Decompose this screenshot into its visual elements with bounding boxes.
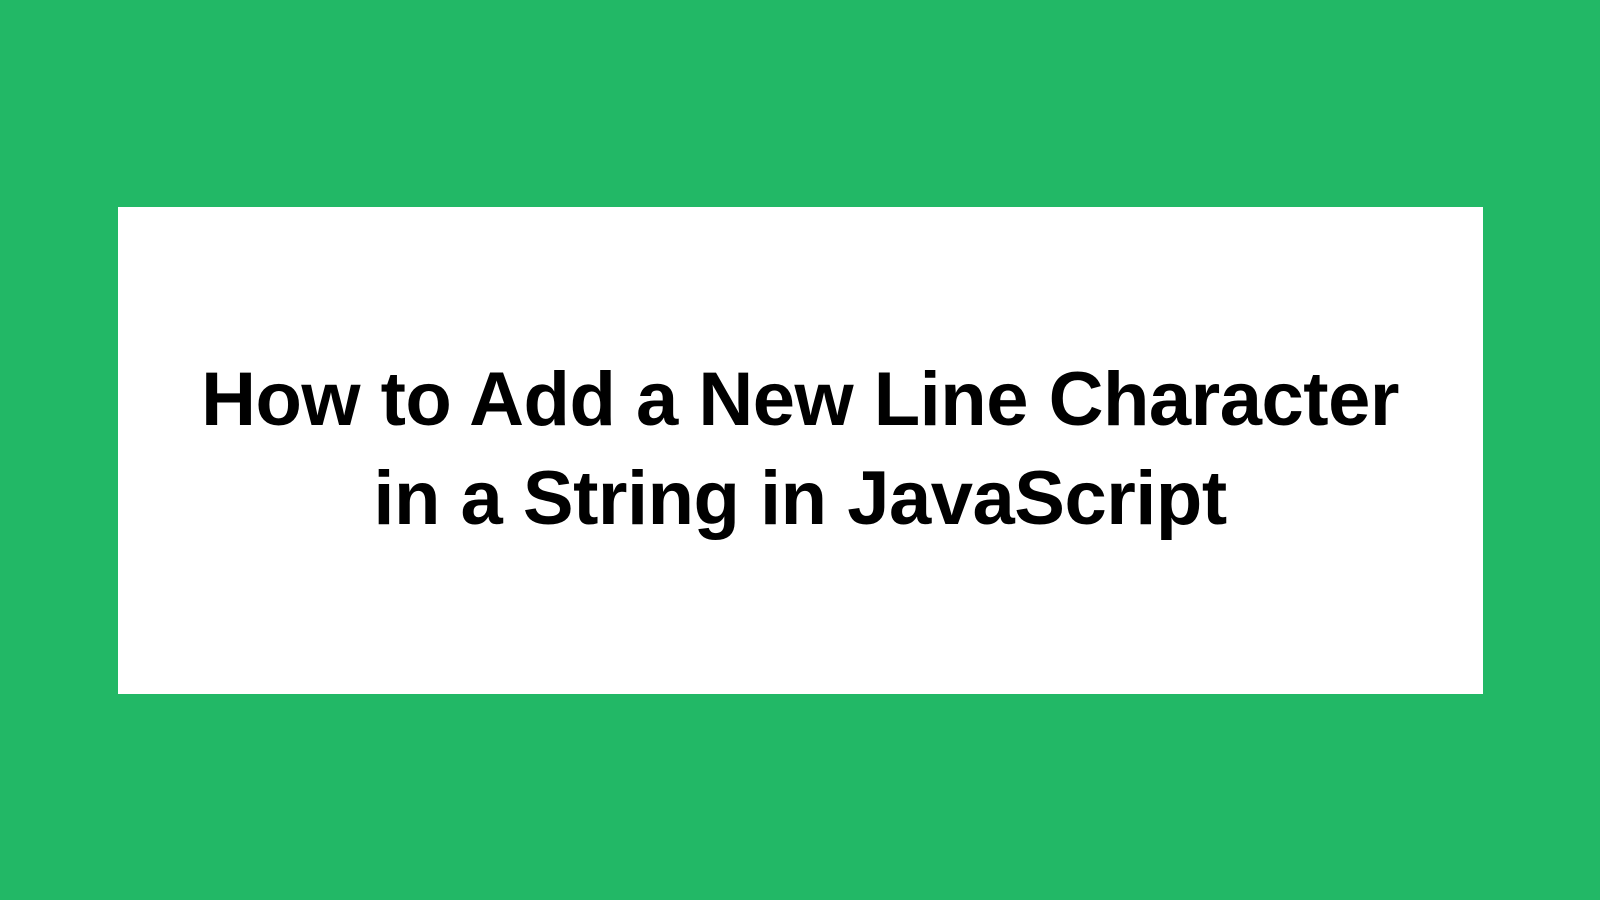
content-card: How to Add a New Line Character in a Str… bbox=[118, 207, 1483, 694]
page-title: How to Add a New Line Character in a Str… bbox=[158, 351, 1443, 549]
